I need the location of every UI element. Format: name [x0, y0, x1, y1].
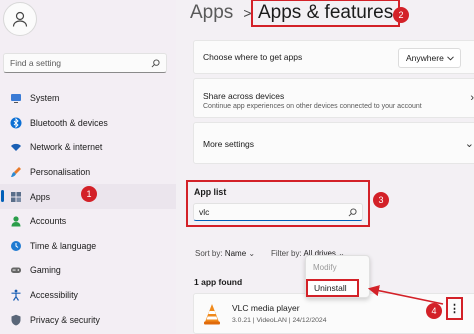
more-options-icon: ⋮: [449, 303, 460, 315]
menu-item-uninstall[interactable]: Uninstall: [306, 279, 359, 297]
where-to-get-apps-dropdown[interactable]: Anywhere: [398, 48, 461, 68]
sort-by-control[interactable]: Sort by: Name ⌄: [195, 249, 255, 258]
page-title: Apps & features: [251, 0, 401, 27]
sidebar-item-gaming[interactable]: Gaming: [0, 258, 176, 283]
share-across-devices-card[interactable]: Share across devices Continue app experi…: [193, 78, 474, 118]
apps-found-count: 1 app found: [194, 277, 243, 287]
monitor-icon: [10, 92, 22, 104]
chevron-down-icon: ⌄: [464, 138, 474, 150]
more-settings-card[interactable]: More settings ⌄: [193, 122, 474, 164]
search-icon: [151, 58, 160, 67]
vlc-icon: [204, 304, 220, 325]
settings-search[interactable]: [3, 53, 167, 73]
share-across-devices-title: Share across devices: [203, 91, 285, 101]
sidebar-item-accessibility[interactable]: Accessibility: [0, 283, 176, 308]
sidebar-item-privacy[interactable]: Privacy & security: [0, 307, 176, 332]
wifi-icon: [10, 141, 22, 153]
more-settings-title: More settings: [203, 139, 255, 149]
sidebar-item-label: Network & internet: [30, 142, 103, 153]
menu-item-modify[interactable]: Modify: [313, 263, 337, 272]
where-to-get-apps-card: Choose where to get apps Anywhere: [193, 40, 474, 74]
bluetooth-icon: [10, 117, 22, 129]
globe-clock-icon: [10, 240, 22, 252]
chevron-right-icon: ›: [470, 92, 474, 104]
app-name: VLC media player: [232, 303, 300, 313]
apps-icon: [10, 191, 22, 203]
breadcrumb: Apps >: [190, 2, 261, 24]
sidebar-item-personalisation[interactable]: Personalisation: [0, 160, 176, 185]
app-meta: 3.0.21 | VideoLAN | 24/12/2024: [232, 317, 327, 324]
chevron-down-icon: [447, 55, 454, 61]
step-badge-1: 1: [81, 186, 97, 202]
avatar[interactable]: [3, 2, 37, 36]
sidebar-item-bluetooth[interactable]: Bluetooth & devices: [0, 111, 176, 136]
sidebar-item-label: Privacy & security: [30, 314, 100, 325]
sidebar-nav: System Bluetooth & devices Network & int…: [0, 86, 176, 332]
shield-icon: [10, 314, 22, 326]
sidebar-item-label: Accounts: [30, 216, 67, 227]
share-across-devices-subtitle: Continue app experiences on other device…: [203, 103, 422, 110]
app-context-menu: Modify Uninstall: [305, 255, 370, 298]
step-badge-4: 4: [426, 303, 442, 319]
sidebar-item-label: System: [30, 93, 60, 104]
main-content: Apps > Apps & features Choose where to g…: [176, 0, 474, 334]
sidebar-item-label: Gaming: [30, 265, 61, 276]
gamepad-icon: [10, 264, 22, 276]
person-icon: [10, 215, 22, 227]
sidebar-item-system[interactable]: System: [0, 86, 176, 111]
sidebar-item-label: Personalisation: [30, 167, 91, 178]
sidebar-item-label: Time & language: [30, 240, 97, 251]
brush-icon: [10, 166, 22, 178]
sidebar: System Bluetooth & devices Network & int…: [0, 0, 176, 334]
sidebar-item-label: Bluetooth & devices: [30, 117, 108, 128]
step-badge-2: 2: [393, 7, 409, 23]
sidebar-item-accounts[interactable]: Accounts: [0, 209, 176, 234]
sort-by-label: Sort by:: [195, 249, 223, 258]
person-icon: [12, 11, 28, 27]
app-list-search[interactable]: vlc: [193, 203, 363, 221]
app-list-label: App list: [194, 187, 227, 197]
sidebar-item-label: Apps: [30, 191, 51, 202]
more-options-button[interactable]: ⋮: [446, 297, 463, 320]
accessibility-icon: [10, 289, 22, 301]
step-badge-3: 3: [373, 192, 389, 208]
sidebar-item-network[interactable]: Network & internet: [0, 135, 176, 160]
app-list-search-value[interactable]: vlc: [199, 207, 348, 217]
sidebar-item-time-language[interactable]: Time & language: [0, 234, 176, 259]
sort-by-value: Name: [224, 249, 247, 258]
chevron-down-icon: ⌄: [248, 249, 256, 258]
search-icon: [348, 207, 357, 216]
dropdown-value: Anywhere: [406, 53, 444, 63]
where-to-get-apps-label: Choose where to get apps: [203, 52, 303, 62]
sidebar-item-label: Accessibility: [30, 290, 78, 301]
filter-by-label: Filter by:: [271, 249, 302, 258]
breadcrumb-parent[interactable]: Apps: [190, 2, 233, 24]
settings-search-input[interactable]: [10, 58, 151, 68]
